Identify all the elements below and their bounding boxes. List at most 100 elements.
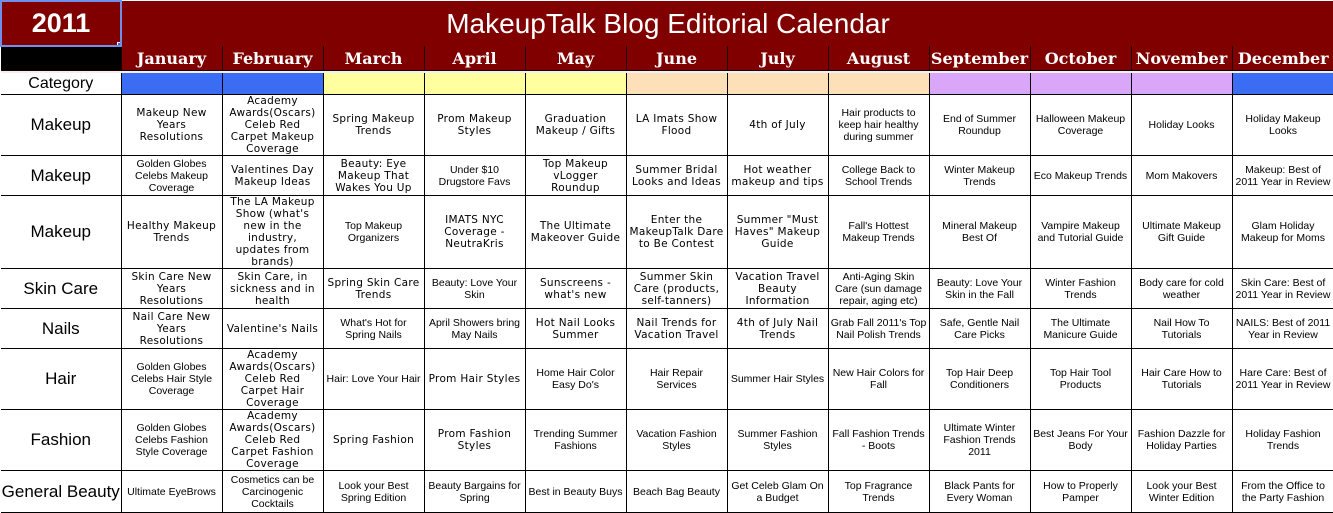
row-category-label[interactable]: Makeup <box>1 195 122 269</box>
calendar-cell[interactable]: Fall's Hottest Makeup Trends <box>827 195 930 269</box>
calendar-cell[interactable]: Home Hair Color Easy Do's <box>524 348 627 410</box>
calendar-cell[interactable]: Hair Repair Services <box>625 348 728 410</box>
season-color-cell-january[interactable] <box>120 73 222 95</box>
calendar-cell[interactable]: Vacation Fashion Styles <box>625 409 728 471</box>
month-header-may[interactable]: May <box>524 46 626 71</box>
calendar-cell[interactable]: Hair Care How to Tutorials <box>1130 348 1233 410</box>
calendar-cell[interactable]: Get Celeb Glam On a Budget <box>726 470 829 513</box>
month-header-blank-cell[interactable] <box>1 46 121 71</box>
calendar-cell[interactable]: Ultimate EyeBrows <box>120 470 223 513</box>
calendar-cell[interactable]: 4th of July <box>726 94 829 156</box>
calendar-cell[interactable]: Body care for cold weather <box>1130 268 1233 309</box>
calendar-cell[interactable]: Black Pants for Every Woman <box>928 470 1031 513</box>
calendar-cell[interactable]: Healthy Makeup Trends <box>120 195 223 269</box>
calendar-cell[interactable]: Vacation Travel Beauty Information <box>726 268 829 309</box>
month-header-december[interactable]: December <box>1231 46 1333 71</box>
calendar-cell[interactable]: Skin Care, in sickness and in health <box>221 268 324 309</box>
calendar-cell[interactable]: Cosmetics can be Carcinogenic Cocktails <box>221 470 324 513</box>
calendar-cell[interactable]: New Hair Colors for Fall <box>827 348 930 410</box>
month-header-june[interactable]: June <box>625 46 727 71</box>
calendar-cell[interactable]: NAILS: Best of 2011 Year in Review <box>1231 308 1333 349</box>
calendar-cell[interactable]: Holiday Looks <box>1130 94 1233 156</box>
calendar-cell[interactable]: Valentines Day Makeup Ideas <box>221 155 324 196</box>
calendar-cell[interactable]: Grab Fall 2011's Top Nail Polish Trends <box>827 308 930 349</box>
calendar-cell[interactable]: College Back to School Trends <box>827 155 930 196</box>
calendar-cell[interactable]: Summer Skin Care (products, self-tanners… <box>625 268 728 309</box>
category-header-cell[interactable]: Category <box>1 73 121 95</box>
month-header-march[interactable]: March <box>322 46 424 71</box>
calendar-cell[interactable]: Halloween Makeup Coverage <box>1029 94 1132 156</box>
calendar-cell[interactable]: Academy Awards(Oscars) Celeb Red Carpet … <box>221 409 324 471</box>
calendar-cell[interactable]: Prom Hair Styles <box>423 348 526 410</box>
month-header-november[interactable]: November <box>1130 46 1232 71</box>
calendar-cell[interactable]: Golden Globes Celebs Makeup Coverage <box>120 155 223 196</box>
calendar-cell[interactable]: Hair products to keep hair healthy durin… <box>827 94 930 156</box>
calendar-cell[interactable]: From the Office to the Party Fashion <box>1231 470 1333 513</box>
calendar-cell[interactable]: Winter Fashion Trends <box>1029 268 1132 309</box>
calendar-cell[interactable]: Top Makeup vLogger Roundup <box>524 155 627 196</box>
season-color-cell-october[interactable] <box>1029 73 1131 95</box>
season-color-cell-may[interactable] <box>524 73 626 95</box>
calendar-cell[interactable]: Mineral Makeup Best Of <box>928 195 1031 269</box>
row-category-label[interactable]: Makeup <box>1 155 122 196</box>
month-header-february[interactable]: February <box>221 46 323 71</box>
calendar-cell[interactable]: Academy Awards(Oscars) Celeb Red Carpet … <box>221 348 324 410</box>
calendar-cell[interactable]: Fashion Dazzle for Holiday Parties <box>1130 409 1233 471</box>
month-header-january[interactable]: January <box>120 46 222 71</box>
calendar-cell[interactable]: Valentine's Nails <box>221 308 324 349</box>
calendar-cell[interactable]: Makeup: Best of 2011 Year in Review <box>1231 155 1333 196</box>
fill-handle[interactable] <box>117 42 119 44</box>
calendar-cell[interactable]: The LA Makeup Show (what's new in the in… <box>221 195 324 269</box>
calendar-cell[interactable]: Spring Fashion <box>322 409 425 471</box>
season-color-cell-april[interactable] <box>423 73 525 95</box>
calendar-cell[interactable]: Top Hair Deep Conditioners <box>928 348 1031 410</box>
calendar-cell[interactable]: Golden Globes Celebs Fashion Style Cover… <box>120 409 223 471</box>
calendar-cell[interactable]: Top Hair Tool Products <box>1029 348 1132 410</box>
calendar-cell[interactable]: LA Imats Show Flood <box>625 94 728 156</box>
calendar-cell[interactable]: Beauty: Eye Makeup That Wakes You Up <box>322 155 425 196</box>
calendar-cell[interactable]: Academy Awards(Oscars) Celeb Red Carpet … <box>221 94 324 156</box>
calendar-cell[interactable]: Skin Care New Years Resolutions <box>120 268 223 309</box>
calendar-cell[interactable]: Ultimate Winter Fashion Trends 2011 <box>928 409 1031 471</box>
season-color-cell-august[interactable] <box>827 73 929 95</box>
calendar-cell[interactable]: Spring Skin Care Trends <box>322 268 425 309</box>
calendar-cell[interactable]: Vampire Makeup and Tutorial Guide <box>1029 195 1132 269</box>
calendar-cell[interactable]: How to Properly Pamper <box>1029 470 1132 513</box>
calendar-cell[interactable]: Summer Bridal Looks and Ideas <box>625 155 728 196</box>
calendar-cell[interactable]: Enter the MakeupTalk Dare to Be Contest <box>625 195 728 269</box>
row-category-label[interactable]: Nails <box>1 308 122 349</box>
calendar-cell[interactable]: What's Hot for Spring Nails <box>322 308 425 349</box>
calendar-cell[interactable]: Nail How To Tutorials <box>1130 308 1233 349</box>
calendar-cell[interactable]: Safe, Gentle Nail Care Picks <box>928 308 1031 349</box>
row-category-label[interactable]: Skin Care <box>1 268 122 309</box>
calendar-cell[interactable]: Trending Summer Fashions <box>524 409 627 471</box>
calendar-cell[interactable]: Under $10 Drugstore Favs <box>423 155 526 196</box>
calendar-cell[interactable]: Beach Bag Beauty <box>625 470 728 513</box>
calendar-cell[interactable]: Nail Care New Years Resolutions <box>120 308 223 349</box>
month-header-september[interactable]: September <box>928 46 1030 71</box>
row-category-label[interactable]: General Beauty <box>1 470 122 513</box>
month-header-july[interactable]: July <box>726 46 828 71</box>
calendar-cell[interactable]: Summer "Must Haves" Makeup Guide <box>726 195 829 269</box>
calendar-cell[interactable]: Beauty: Love Your Skin <box>423 268 526 309</box>
calendar-cell[interactable]: Look your Best Winter Edition <box>1130 470 1233 513</box>
season-color-cell-july[interactable] <box>726 73 828 95</box>
season-color-cell-march[interactable] <box>322 73 424 95</box>
calendar-cell[interactable]: Sunscreens - what's new <box>524 268 627 309</box>
calendar-cell[interactable]: Makeup New Years Resolutions <box>120 94 223 156</box>
calendar-cell[interactable]: Nail Trends for Vacation Travel <box>625 308 728 349</box>
calendar-cell[interactable]: Holiday Makeup Looks <box>1231 94 1333 156</box>
calendar-cell[interactable]: Spring Makeup Trends <box>322 94 425 156</box>
calendar-cell[interactable]: Ultimate Makeup Gift Guide <box>1130 195 1233 269</box>
row-category-label[interactable]: Hair <box>1 348 122 410</box>
calendar-cell[interactable]: Hot weather makeup and tips <box>726 155 829 196</box>
calendar-cell[interactable]: Look your Best Spring Edition <box>322 470 425 513</box>
calendar-cell[interactable]: Eco Makeup Trends <box>1029 155 1132 196</box>
calendar-cell[interactable]: 4th of July Nail Trends <box>726 308 829 349</box>
season-color-cell-september[interactable] <box>928 73 1030 95</box>
calendar-cell[interactable]: The Ultimate Manicure Guide <box>1029 308 1132 349</box>
calendar-cell[interactable]: Beauty Bargains for Spring <box>423 470 526 513</box>
row-category-label[interactable]: Fashion <box>1 409 122 471</box>
season-color-cell-december[interactable] <box>1231 73 1333 95</box>
calendar-cell[interactable]: Holiday Fashion Trends <box>1231 409 1333 471</box>
